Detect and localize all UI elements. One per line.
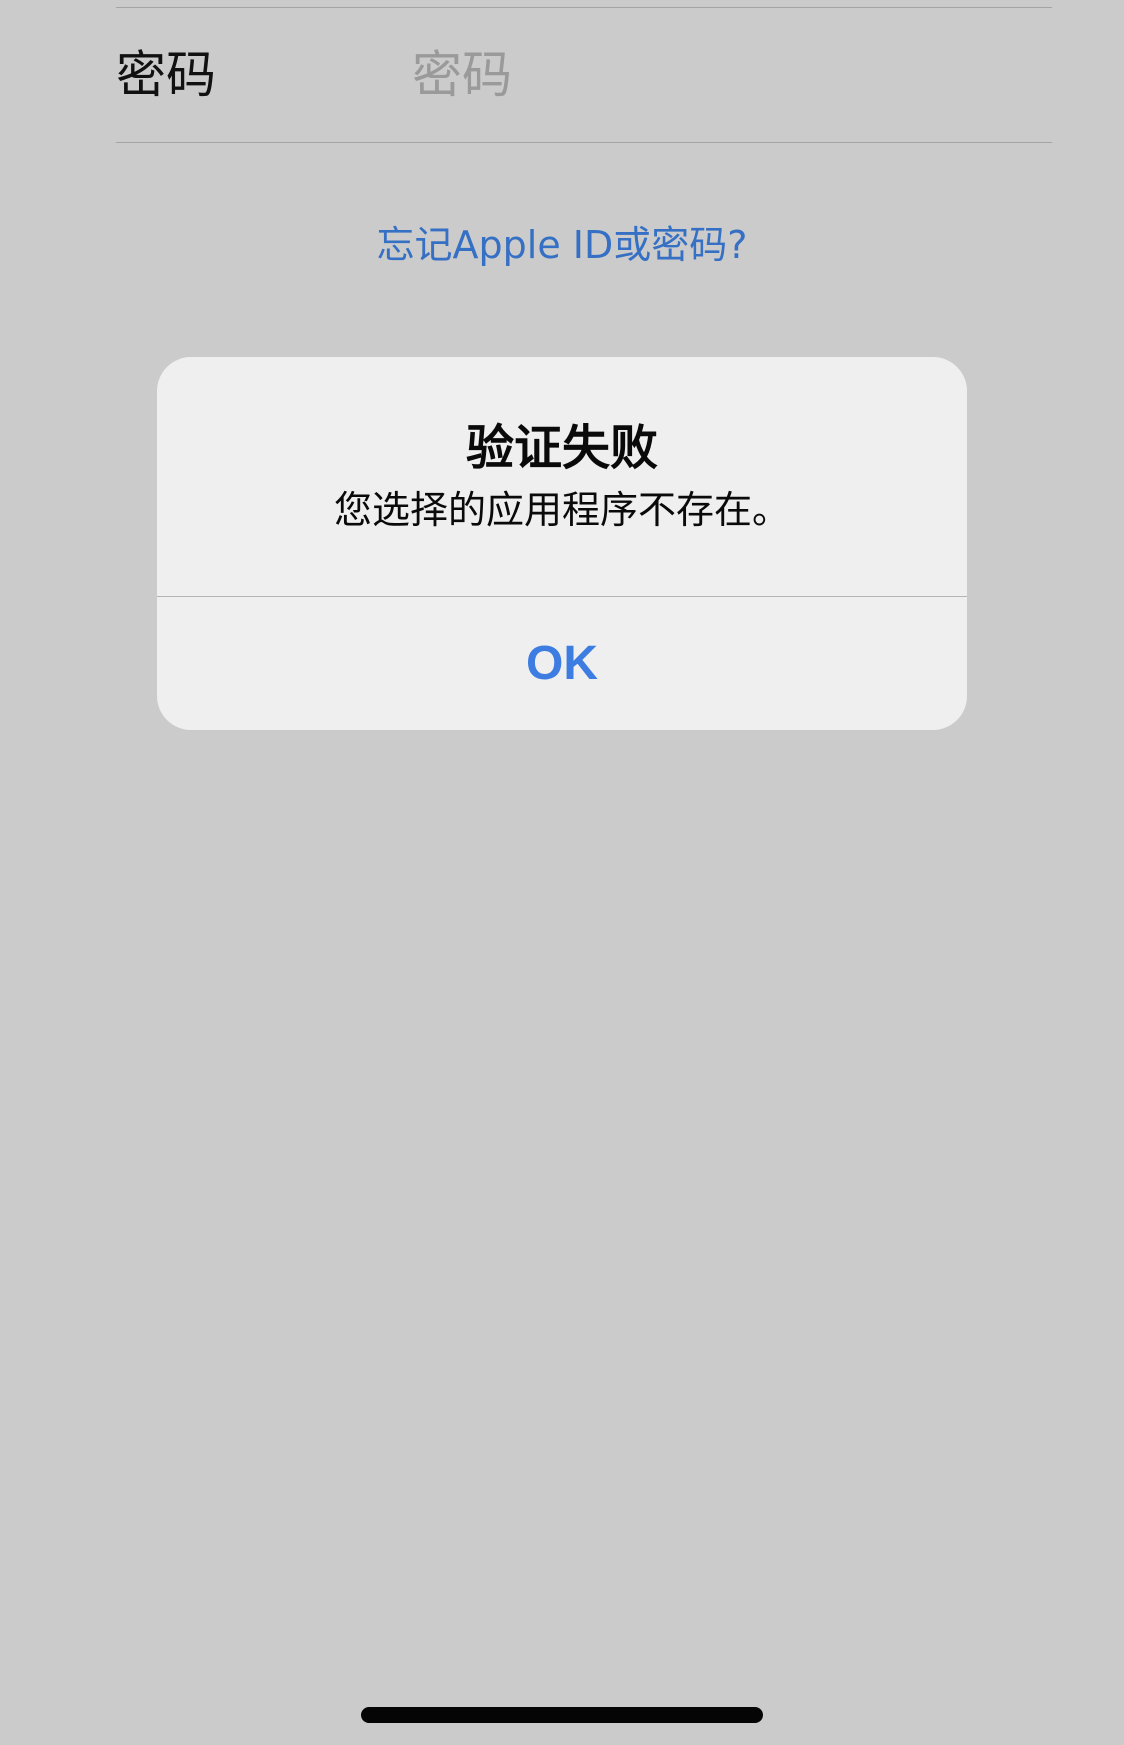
password-label: 密码 — [116, 46, 216, 104]
alert-message: 您选择的应用程序不存在。 — [333, 488, 790, 532]
password-input[interactable] — [412, 40, 1032, 110]
alert-title: 验证失败 — [465, 420, 658, 476]
bottom-divider — [116, 142, 1052, 143]
home-indicator — [361, 1707, 763, 1723]
alert-dialog: 验证失败 您选择的应用程序不存在。 OK — [157, 357, 967, 730]
ok-button[interactable]: OK — [157, 597, 967, 730]
top-divider — [116, 7, 1052, 8]
forgot-apple-id-link[interactable]: 忘记Apple ID或密码? — [0, 220, 1124, 270]
